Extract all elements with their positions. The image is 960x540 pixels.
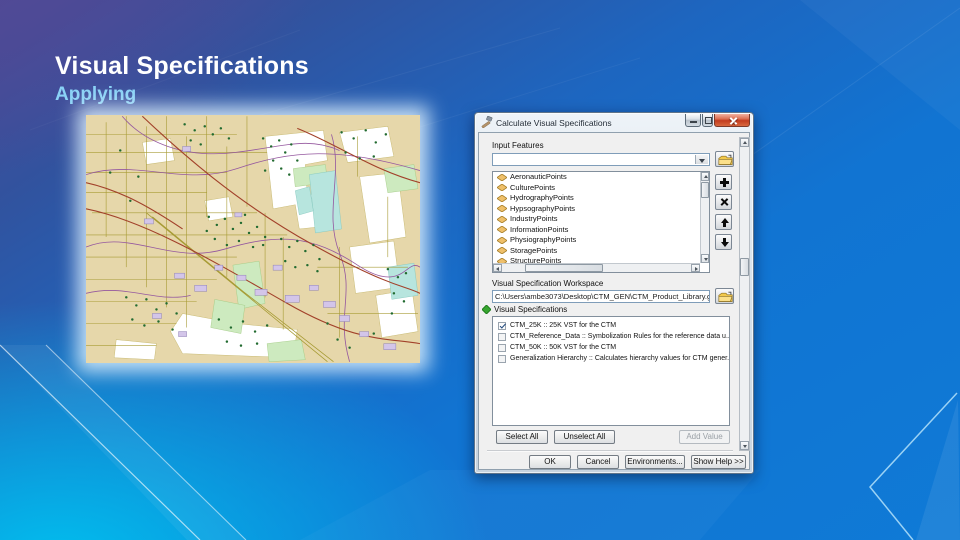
show-help-button[interactable]: Show Help >> (691, 455, 746, 469)
remove-icon (720, 198, 729, 207)
list-scroll-right[interactable] (691, 264, 700, 272)
slide-subtitle: Applying (55, 84, 137, 105)
environments-button[interactable]: Environments... (625, 455, 685, 469)
separator (487, 450, 733, 452)
visual-spec-checkbox[interactable] (498, 354, 506, 363)
visual-spec-label: CTM_50K :: 50K VST for the CTM (510, 344, 617, 351)
feature-class-rows: AeronauticPoints CulturePoints Hydrograp… (493, 172, 700, 263)
input-features-browse-button[interactable] (715, 151, 734, 167)
scrollbar-thumb[interactable] (740, 258, 749, 276)
dialog-scrollbar[interactable] (739, 137, 750, 451)
visual-spec-item[interactable]: CTM_25K :: 25K VST for the CTM (493, 320, 729, 331)
topographic-map (86, 115, 420, 363)
visual-spec-label: CTM_25K :: 25K VST for the CTM (510, 322, 617, 329)
layer-diamond-icon (497, 215, 507, 223)
move-down-button[interactable] (715, 234, 732, 250)
feature-class-name: StoragePoints (510, 245, 558, 255)
feature-class-name: CulturePoints (510, 182, 556, 192)
geoprocessing-tool-icon (481, 116, 493, 128)
required-parameter-icon (482, 305, 491, 314)
visual-spec-label: CTM_Reference_Data :: Symbolization Rule… (510, 333, 729, 340)
feature-class-name: HypsographyPoints (510, 203, 576, 213)
list-scroll-down[interactable] (701, 254, 709, 263)
input-features-combo[interactable] (492, 153, 710, 166)
workspace-path-input[interactable]: C:\Users\ambe3073\Desktop\CTM_GEN\CTM_Pr… (492, 290, 710, 303)
list-horizontal-scrollbar[interactable] (493, 263, 700, 272)
layer-diamond-icon (497, 173, 507, 181)
layer-diamond-icon (497, 226, 507, 234)
input-features-list: AeronauticPoints CulturePoints Hydrograp… (492, 171, 710, 273)
workspace-path-value: C:\Users\ambe3073\Desktop\CTM_GEN\CTM_Pr… (495, 292, 710, 301)
feature-class-item[interactable]: CulturePoints (493, 183, 700, 194)
feature-class-name: StructurePoints (510, 256, 562, 263)
dialog-title: Calculate Visual Specifications (496, 118, 612, 128)
feature-class-item[interactable]: IndustryPoints (493, 214, 700, 225)
map-image (86, 115, 420, 363)
input-features-label: Input Features (492, 141, 544, 150)
feature-class-item[interactable]: PhysiographyPoints (493, 235, 700, 246)
list-hscroll-thumb[interactable] (525, 264, 603, 272)
combo-dropdown-icon[interactable] (695, 155, 708, 164)
move-up-button[interactable] (715, 214, 732, 230)
remove-features-button[interactable] (715, 194, 732, 210)
visual-spec-item[interactable]: Generalization Hierarchy :: Calculates h… (493, 353, 729, 364)
feature-class-item[interactable]: HydrographyPoints (493, 193, 700, 204)
visual-spec-label: Generalization Hierarchy :: Calculates h… (510, 355, 729, 362)
list-scroll-up[interactable] (701, 172, 709, 181)
feature-class-name: PhysiographyPoints (510, 235, 577, 244)
dialog-titlebar[interactable]: Calculate Visual Specifications (475, 113, 753, 132)
feature-class-item[interactable]: StoragePoints (493, 246, 700, 257)
maximize-icon (705, 117, 712, 124)
select-all-button[interactable]: Select All (496, 430, 548, 444)
layer-diamond-icon (497, 205, 507, 213)
arrow-up-icon (720, 218, 729, 227)
feature-class-name: InformationPoints (510, 224, 569, 234)
visual-spec-checkbox[interactable] (498, 343, 506, 352)
dialog-body: Input Features AeronauticPoints CultureP… (478, 132, 750, 470)
visual-specs-label: Visual Specifications (494, 305, 568, 314)
layer-diamond-icon (497, 236, 507, 244)
add-value-button[interactable]: Add Value (679, 430, 730, 444)
folder-icon (717, 154, 733, 165)
feature-class-item[interactable]: HypsographyPoints (493, 204, 700, 215)
arrow-down-icon (720, 238, 729, 247)
slide-title: Visual Specifications (55, 52, 309, 80)
maximize-button[interactable] (702, 114, 713, 127)
presentation-slide: Visual Specifications Applying Calculate… (0, 0, 960, 540)
feature-class-item[interactable]: InformationPoints (493, 225, 700, 236)
minimize-button[interactable] (685, 114, 701, 127)
layer-diamond-icon (497, 184, 507, 192)
scroll-down-arrow[interactable] (740, 441, 749, 450)
feature-class-item[interactable]: AeronauticPoints (493, 172, 700, 183)
workspace-label: Visual Specification Workspace (492, 279, 604, 288)
list-scrollbar-thumb[interactable] (701, 182, 709, 198)
feature-class-name: HydrographyPoints (510, 193, 574, 202)
add-features-button[interactable] (715, 174, 732, 190)
feature-class-name: AeronauticPoints (510, 172, 567, 181)
layer-diamond-icon (497, 194, 507, 202)
close-icon (729, 116, 738, 125)
list-scroll-left[interactable] (493, 264, 502, 272)
visual-spec-item[interactable]: CTM_50K :: 50K VST for the CTM (493, 342, 729, 353)
list-vertical-scrollbar[interactable] (700, 172, 709, 263)
scroll-up-arrow[interactable] (740, 138, 749, 147)
visual-spec-item[interactable]: CTM_Reference_Data :: Symbolization Rule… (493, 331, 729, 342)
cancel-button[interactable]: Cancel (577, 455, 619, 469)
layer-diamond-icon (497, 247, 507, 255)
ok-button[interactable]: OK (529, 455, 571, 469)
minimize-icon (690, 121, 697, 123)
feature-class-item[interactable]: StructurePoints (493, 256, 700, 263)
feature-class-name: IndustryPoints (510, 214, 558, 223)
visual-spec-checkbox[interactable] (498, 332, 506, 341)
calculate-visual-specifications-dialog: Calculate Visual Specifications Input Fe… (474, 112, 754, 474)
folder-icon (717, 291, 733, 302)
visual-specs-list: CTM_25K :: 25K VST for the CTM CTM_Refer… (492, 316, 730, 426)
workspace-browse-button[interactable] (715, 288, 734, 304)
visual-spec-checkbox[interactable] (498, 321, 506, 330)
unselect-all-button[interactable]: Unselect All (554, 430, 615, 444)
close-button[interactable] (714, 114, 750, 127)
plus-icon (720, 178, 729, 187)
